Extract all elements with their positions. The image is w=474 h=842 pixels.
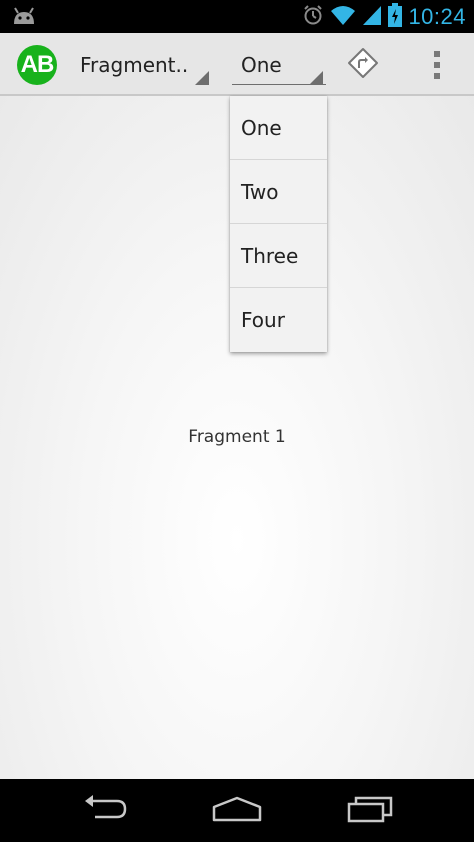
- alarm-icon: [302, 4, 324, 30]
- android-icon: [12, 6, 36, 30]
- list-navigation-spinner[interactable]: One: [232, 43, 326, 89]
- home-icon: [211, 795, 263, 827]
- status-bar: 10:24: [0, 0, 474, 33]
- overflow-dot: [434, 62, 440, 68]
- status-time: 10:24: [408, 4, 466, 29]
- dropdown-item-one[interactable]: One: [230, 96, 327, 160]
- title-spinner-label: Fragment..: [80, 53, 189, 77]
- recents-icon: [346, 795, 394, 827]
- recents-button[interactable]: [340, 793, 400, 829]
- overflow-dot: [434, 51, 440, 57]
- battery-charging-icon: [388, 3, 403, 31]
- back-icon: [81, 795, 129, 827]
- spinner-triangle-icon: [309, 71, 323, 85]
- cell-signal-icon: [362, 4, 382, 30]
- dropdown-item-four[interactable]: Four: [230, 288, 327, 352]
- app-icon-text: AB: [20, 51, 55, 78]
- title-spinner[interactable]: Fragment..: [70, 43, 212, 89]
- action-bar: AB Fragment.. One: [0, 33, 474, 96]
- fragment-label: Fragment 1: [188, 427, 286, 447]
- dropdown-item-three[interactable]: Three: [230, 224, 327, 288]
- list-spinner-label: One: [241, 53, 282, 77]
- spinner-triangle-icon: [195, 71, 209, 85]
- navigation-bar: [0, 779, 474, 842]
- back-button[interactable]: [75, 793, 135, 829]
- spinner-dropdown: One Two Three Four: [230, 96, 327, 352]
- overflow-menu-button[interactable]: [420, 45, 454, 85]
- directions-button[interactable]: [343, 45, 383, 85]
- wifi-icon: [330, 4, 356, 30]
- app-icon[interactable]: AB: [17, 45, 57, 85]
- home-button[interactable]: [207, 793, 267, 829]
- directions-icon: [347, 47, 379, 83]
- overflow-dot: [434, 73, 440, 79]
- dropdown-item-two[interactable]: Two: [230, 160, 327, 224]
